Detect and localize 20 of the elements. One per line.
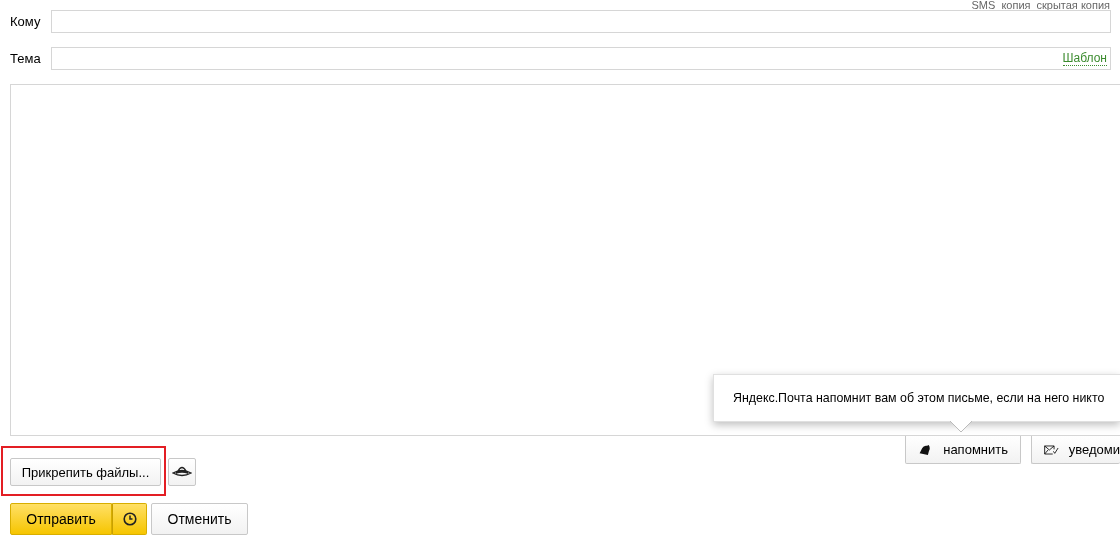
clock-icon xyxy=(122,512,137,526)
reminder-button[interactable]: уведоми xyxy=(1031,436,1120,464)
tooltip-text: Яндекс.Почта напомнит вам об этом письме, если на него никто xyxy=(733,391,1105,405)
copy-link[interactable]: скрытая копия xyxy=(1036,0,1110,10)
field-label: Тема xyxy=(9,51,42,66)
field-label: Кому xyxy=(9,14,42,29)
input-field[interactable] xyxy=(51,10,1111,33)
schedule-button[interactable] xyxy=(112,503,147,535)
attach-files-button[interactable]: Прикрепить файлы... xyxy=(10,458,161,486)
copy-link[interactable]: копия xyxy=(1001,0,1031,10)
saucer-button[interactable] xyxy=(168,458,196,486)
reminder-button[interactable]: напомнить xyxy=(905,436,1021,464)
copy-link[interactable]: SMS xyxy=(971,0,996,10)
send-button[interactable]: Отправить xyxy=(10,503,112,535)
envelope-check-icon xyxy=(1044,442,1059,457)
input-field[interactable]: Шаблон xyxy=(51,47,1111,70)
template-link[interactable]: Шаблон xyxy=(1062,51,1107,66)
saucer-icon xyxy=(172,465,192,479)
bell-icon xyxy=(918,442,932,457)
cancel-button[interactable]: Отменить xyxy=(151,503,248,535)
